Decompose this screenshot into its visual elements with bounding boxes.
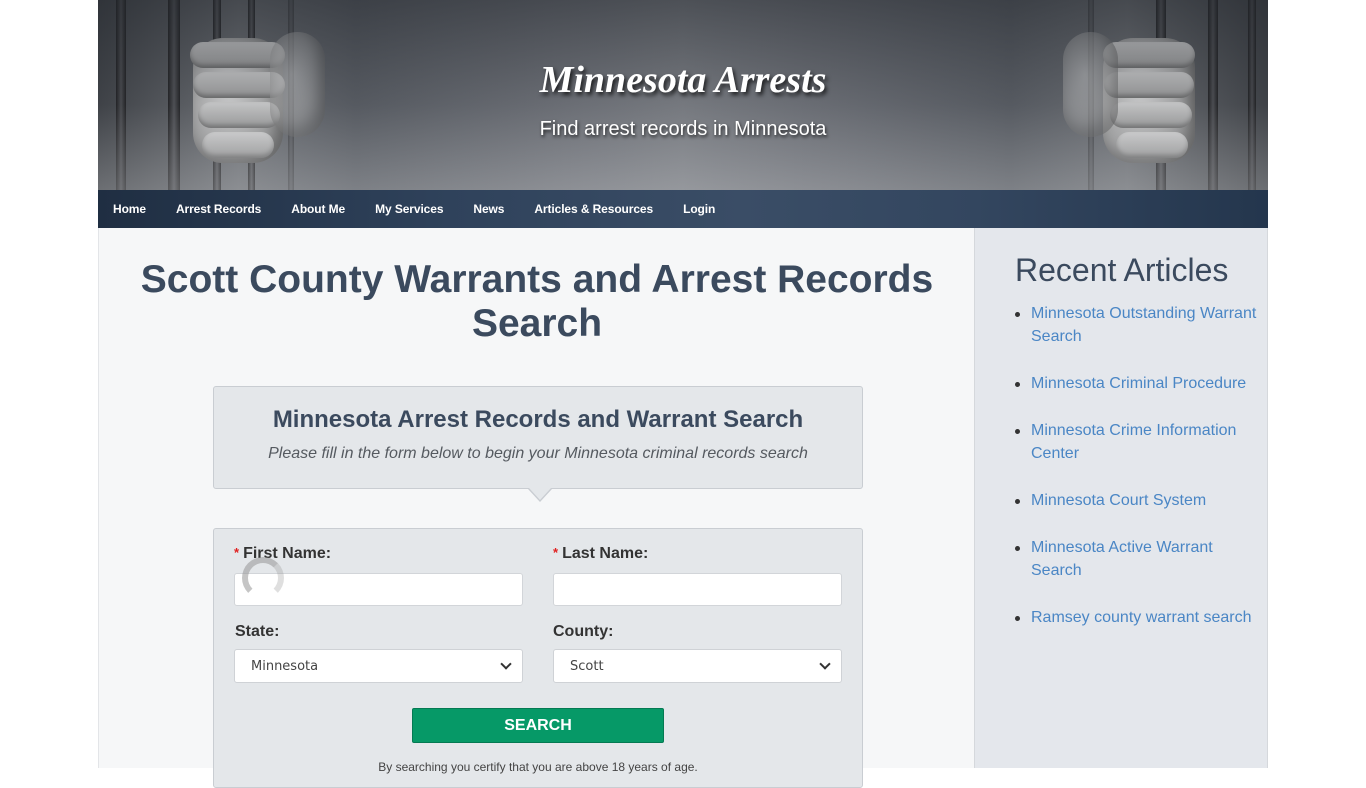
page: Minnesota Arrests Find arrest records in… — [98, 0, 1268, 788]
state-label: State: — [235, 623, 280, 640]
required-marker: * — [553, 545, 559, 560]
nav-item-home[interactable]: Home — [113, 202, 146, 216]
sidebar: Recent Articles Minnesota Outstanding Wa… — [974, 228, 1268, 768]
site-tagline: Find arrest records in Minnesota — [539, 118, 827, 140]
recent-articles-list: Minnesota Outstanding Warrant Search Min… — [1015, 302, 1265, 653]
chevron-down-icon — [500, 658, 512, 670]
article-link[interactable]: Minnesota Court System — [1031, 492, 1206, 509]
required-marker: * — [234, 545, 240, 560]
article-link[interactable]: Minnesota Active Warrant Search — [1031, 539, 1213, 579]
nav-item-login[interactable]: Login — [683, 202, 715, 216]
pointer-arrow — [528, 488, 552, 502]
list-item: Minnesota Criminal Procedure — [1015, 372, 1265, 395]
search-form: * First Name: * Last Name: State: Minnesot… — [213, 528, 863, 788]
county-selected-value: Scott — [570, 658, 604, 674]
list-item: Ramsey county warrant search — [1015, 606, 1265, 629]
main-content: Scott County Warrants and Arrest Records… — [98, 228, 974, 788]
article-link[interactable]: Ramsey county warrant search — [1031, 609, 1252, 626]
last-name-input[interactable] — [553, 573, 842, 606]
site-title[interactable]: Minnesota Arrests — [98, 58, 1268, 102]
chevron-down-icon — [819, 658, 831, 670]
intro-heading: Minnesota Arrest Records and Warrant Sea… — [272, 406, 804, 433]
first-name-label: * First Name: — [234, 545, 332, 562]
county-select[interactable]: Scott — [553, 649, 842, 683]
article-link[interactable]: Minnesota Crime Information Center — [1031, 422, 1236, 462]
header-banner: Minnesota Arrests Find arrest records in… — [98, 0, 1268, 190]
article-link[interactable]: Minnesota Outstanding Warrant Search — [1031, 305, 1256, 345]
state-selected-value: Minnesota — [251, 658, 319, 674]
loading-spinner-icon — [242, 557, 284, 599]
list-item: Minnesota Court System — [1015, 489, 1265, 512]
last-name-label: * Last Name: — [553, 545, 649, 562]
nav-item-arrest-records[interactable]: Arrest Records — [176, 202, 261, 216]
page-title: Scott County Warrants and Arrest Records… — [140, 258, 934, 345]
main-nav: Home Arrest Records About Me My Services… — [98, 190, 1268, 228]
search-intro-box: Minnesota Arrest Records and Warrant Sea… — [213, 386, 863, 502]
sidebar-heading: Recent Articles — [1015, 252, 1229, 288]
search-button[interactable]: SEARCH — [412, 708, 664, 743]
county-label: County: — [553, 623, 614, 640]
nav-item-my-services[interactable]: My Services — [375, 202, 443, 216]
nav-item-about-me[interactable]: About Me — [291, 202, 345, 216]
list-item: Minnesota Outstanding Warrant Search — [1015, 302, 1265, 348]
article-link[interactable]: Minnesota Criminal Procedure — [1031, 375, 1246, 392]
list-item: Minnesota Active Warrant Search — [1015, 536, 1265, 582]
nav-item-articles-resources[interactable]: Articles & Resources — [534, 202, 653, 216]
list-item: Minnesota Crime Information Center — [1015, 419, 1265, 465]
nav-item-news[interactable]: News — [473, 202, 504, 216]
age-certification-note: By searching you certify that you are ab… — [378, 760, 698, 774]
intro-subheading: Please fill in the form below to begin y… — [268, 445, 808, 462]
state-select[interactable]: Minnesota — [234, 649, 523, 683]
